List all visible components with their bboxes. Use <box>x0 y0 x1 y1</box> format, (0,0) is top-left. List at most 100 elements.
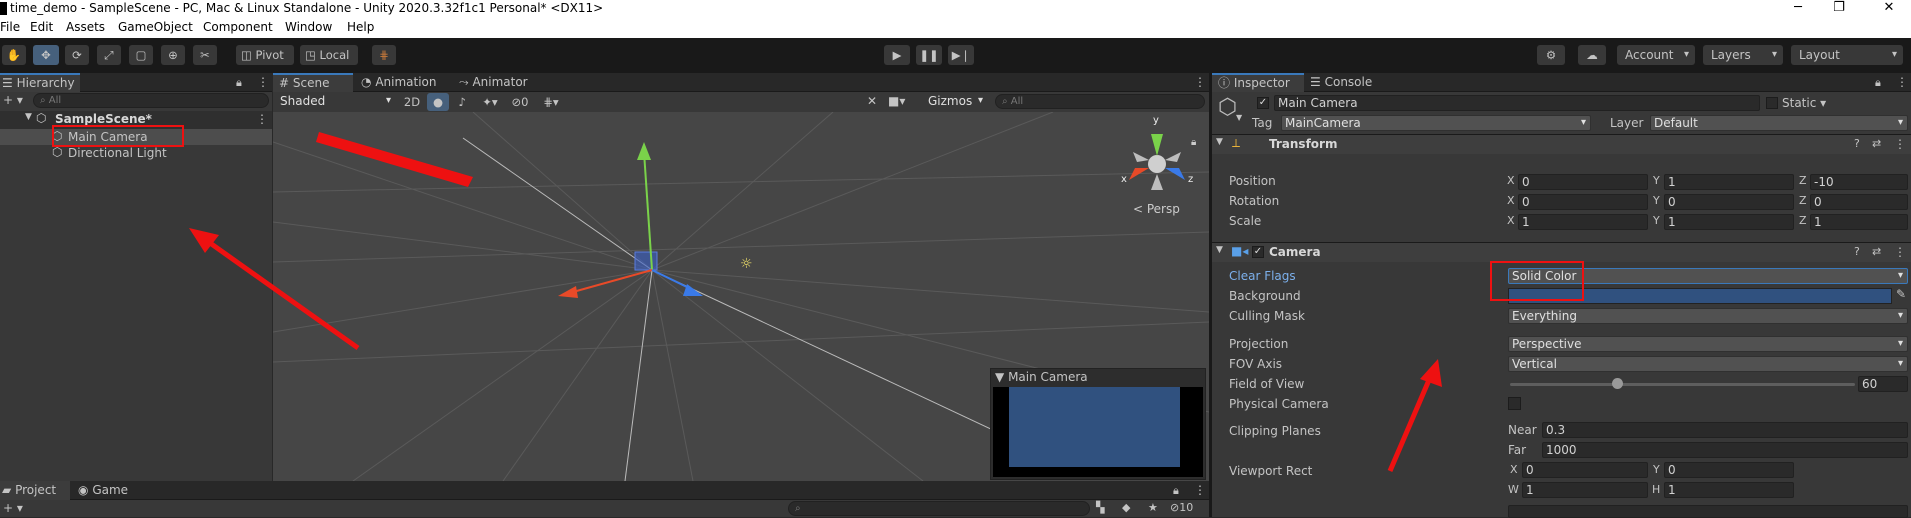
layer-dropdown[interactable]: Default <box>1650 115 1908 131</box>
pause-button[interactable]: ❚❚ <box>916 45 942 65</box>
more-menu-icon[interactable]: ⋮ <box>1194 481 1206 500</box>
layers-dropdown[interactable]: Layers <box>1703 45 1783 65</box>
viewport-x-field[interactable]: 0 <box>1522 462 1648 478</box>
rotation-x-field[interactable]: 0 <box>1518 194 1648 210</box>
static-checkbox[interactable] <box>1766 97 1778 109</box>
tab-animation[interactable]: ◔ Animation <box>361 73 451 92</box>
position-z-field[interactable]: -10 <box>1810 174 1908 190</box>
collapse-arrow-icon[interactable]: ▼ <box>1216 137 1223 147</box>
rotation-y-field[interactable]: 0 <box>1664 194 1794 210</box>
position-x-field[interactable]: 0 <box>1518 174 1648 190</box>
hidden-packages-toggle[interactable]: ⊘10 <box>1170 501 1193 514</box>
lock-icon[interactable]: 🔒︎ <box>236 73 242 92</box>
help-icon[interactable]: ? <box>1854 245 1860 258</box>
lock-icon[interactable]: 🔒︎ <box>1875 73 1881 92</box>
camera-component-header[interactable]: ▼ ■◂ ✓ Camera ? ⇄ ⋮ <box>1212 242 1911 262</box>
tab-game[interactable]: ◉ Game <box>78 481 148 500</box>
close-button[interactable]: ✕ <box>1866 0 1911 17</box>
component-menu-icon[interactable]: ⋮ <box>1894 137 1906 151</box>
project-add-button[interactable]: + ▾ <box>3 501 23 515</box>
rotation-z-field[interactable]: 0 <box>1810 194 1908 210</box>
viewport-h-field[interactable]: 1 <box>1664 482 1794 498</box>
tab-project[interactable]: ▰ Project <box>0 481 70 500</box>
menu-edit[interactable]: Edit <box>30 20 53 34</box>
local-toggle[interactable]: ◳ Local <box>300 45 358 65</box>
move-gizmo-plane[interactable] <box>634 251 658 271</box>
filter-by-type-icon[interactable]: ▚ <box>1096 501 1104 514</box>
menu-assets[interactable]: Assets <box>66 20 105 34</box>
tab-inspector[interactable]: ⓘ Inspector <box>1212 73 1304 92</box>
active-checkbox[interactable]: ✓ <box>1257 97 1269 109</box>
fov-slider-track[interactable] <box>1510 378 1855 389</box>
audio-toggle-icon[interactable]: ♪ <box>451 93 473 111</box>
hierarchy-search-input[interactable]: ⌕ All <box>33 93 269 108</box>
tag-dropdown[interactable]: MainCamera <box>1281 115 1591 131</box>
next-property-field[interactable] <box>1508 505 1908 518</box>
grid-snap-icon[interactable]: ⋕ <box>372 45 396 65</box>
camera-enabled-checkbox[interactable]: ✓ <box>1252 246 1264 258</box>
effects-toggle-icon[interactable]: ✦▾ <box>475 93 505 111</box>
shading-mode-dropdown[interactable]: Shaded <box>277 94 395 110</box>
menu-component[interactable]: Component <box>203 20 273 34</box>
cloud-icon[interactable]: ☁ <box>1578 45 1606 65</box>
play-button[interactable]: ▶ <box>884 45 910 65</box>
scene-menu-icon[interactable]: ⋮ <box>256 112 268 126</box>
custom-tool-icon[interactable]: ✂ <box>193 45 217 65</box>
projection-dropdown[interactable]: Perspective <box>1508 336 1908 352</box>
2d-toggle[interactable]: 2D <box>399 93 425 111</box>
transform-header[interactable]: ▼ ⟂ Transform ? ⇄ ⋮ <box>1212 134 1911 154</box>
object-name-field[interactable]: Main Camera <box>1274 95 1760 111</box>
move-tool-icon[interactable]: ✥ <box>33 45 59 65</box>
more-menu-icon[interactable]: ⋮ <box>1896 73 1908 92</box>
directional-light-icon[interactable]: ☼ <box>740 256 753 272</box>
scale-z-field[interactable]: 1 <box>1810 214 1908 230</box>
tab-console[interactable]: ☰ Console <box>1310 73 1400 92</box>
position-y-field[interactable]: 1 <box>1664 174 1794 190</box>
rect-tool-icon[interactable]: ▢ <box>129 45 153 65</box>
favorites-icon[interactable]: ★ <box>1148 501 1158 514</box>
account-dropdown[interactable]: Account <box>1617 45 1695 65</box>
scene-row[interactable]: ▼ ⬡ SampleScene* ⋮ <box>0 111 272 129</box>
menu-file[interactable]: File <box>0 20 20 34</box>
step-button[interactable]: ▶❘ <box>948 45 974 65</box>
background-color-field[interactable] <box>1508 288 1892 304</box>
help-icon[interactable]: ? <box>1854 137 1860 150</box>
scene-search-input[interactable]: ⌕ All <box>995 94 1205 109</box>
fov-value-field[interactable]: 60 <box>1858 376 1908 392</box>
menu-window[interactable]: Window <box>285 20 332 34</box>
rotate-tool-icon[interactable]: ⟳ <box>65 45 89 65</box>
fov-axis-dropdown[interactable]: Vertical <box>1508 356 1908 372</box>
collapse-arrow-icon[interactable]: ▼ <box>1216 245 1223 255</box>
menu-help[interactable]: Help <box>347 20 374 34</box>
tab-hierarchy[interactable]: ☰ Hierarchy <box>0 73 80 92</box>
scale-tool-icon[interactable]: ⤢ <box>97 45 121 65</box>
pivot-toggle[interactable]: ◫ Pivot <box>236 45 294 65</box>
maximize-button[interactable]: ❐ <box>1816 0 1862 17</box>
menu-gameobject[interactable]: GameObject <box>118 20 193 34</box>
hierarchy-add-button[interactable]: + ▾ <box>3 93 23 107</box>
expand-arrow-icon[interactable]: ▼ <box>25 112 32 122</box>
near-field[interactable]: 0.3 <box>1542 422 1908 438</box>
persp-label[interactable]: < Persp <box>1133 202 1180 216</box>
scene-more-menu-icon[interactable]: ⋮ <box>1194 73 1206 92</box>
physical-camera-checkbox[interactable] <box>1508 397 1521 410</box>
eyedropper-icon[interactable]: ✎ <box>1896 287 1906 301</box>
minimize-button[interactable]: ─ <box>1775 0 1821 17</box>
filter-by-label-icon[interactable]: ◆ <box>1122 501 1130 514</box>
more-menu-icon[interactable]: ⋮ <box>257 73 269 92</box>
camera-settings-icon[interactable]: ■▾ <box>888 94 905 108</box>
presets-icon[interactable]: ⇄ <box>1872 245 1881 258</box>
layout-dropdown[interactable]: Layout <box>1791 45 1903 65</box>
tab-scene[interactable]: # Scene <box>273 73 353 92</box>
collab-icon[interactable]: ⚙ <box>1537 45 1565 65</box>
tools-icon[interactable]: ✕ <box>867 94 877 108</box>
lighting-toggle-icon[interactable]: ● <box>427 93 449 111</box>
hand-tool-icon[interactable]: ✋ <box>2 45 26 65</box>
far-field[interactable]: 1000 <box>1542 442 1908 458</box>
presets-icon[interactable]: ⇄ <box>1872 137 1881 150</box>
clear-flags-dropdown[interactable]: Solid Color <box>1508 268 1908 284</box>
scale-y-field[interactable]: 1 <box>1664 214 1794 230</box>
lock-icon[interactable]: 🔒︎ <box>1173 481 1179 500</box>
icon-picker-arrow-icon[interactable]: ▼ <box>1236 113 1242 122</box>
viewport-y-field[interactable]: 0 <box>1664 462 1794 478</box>
